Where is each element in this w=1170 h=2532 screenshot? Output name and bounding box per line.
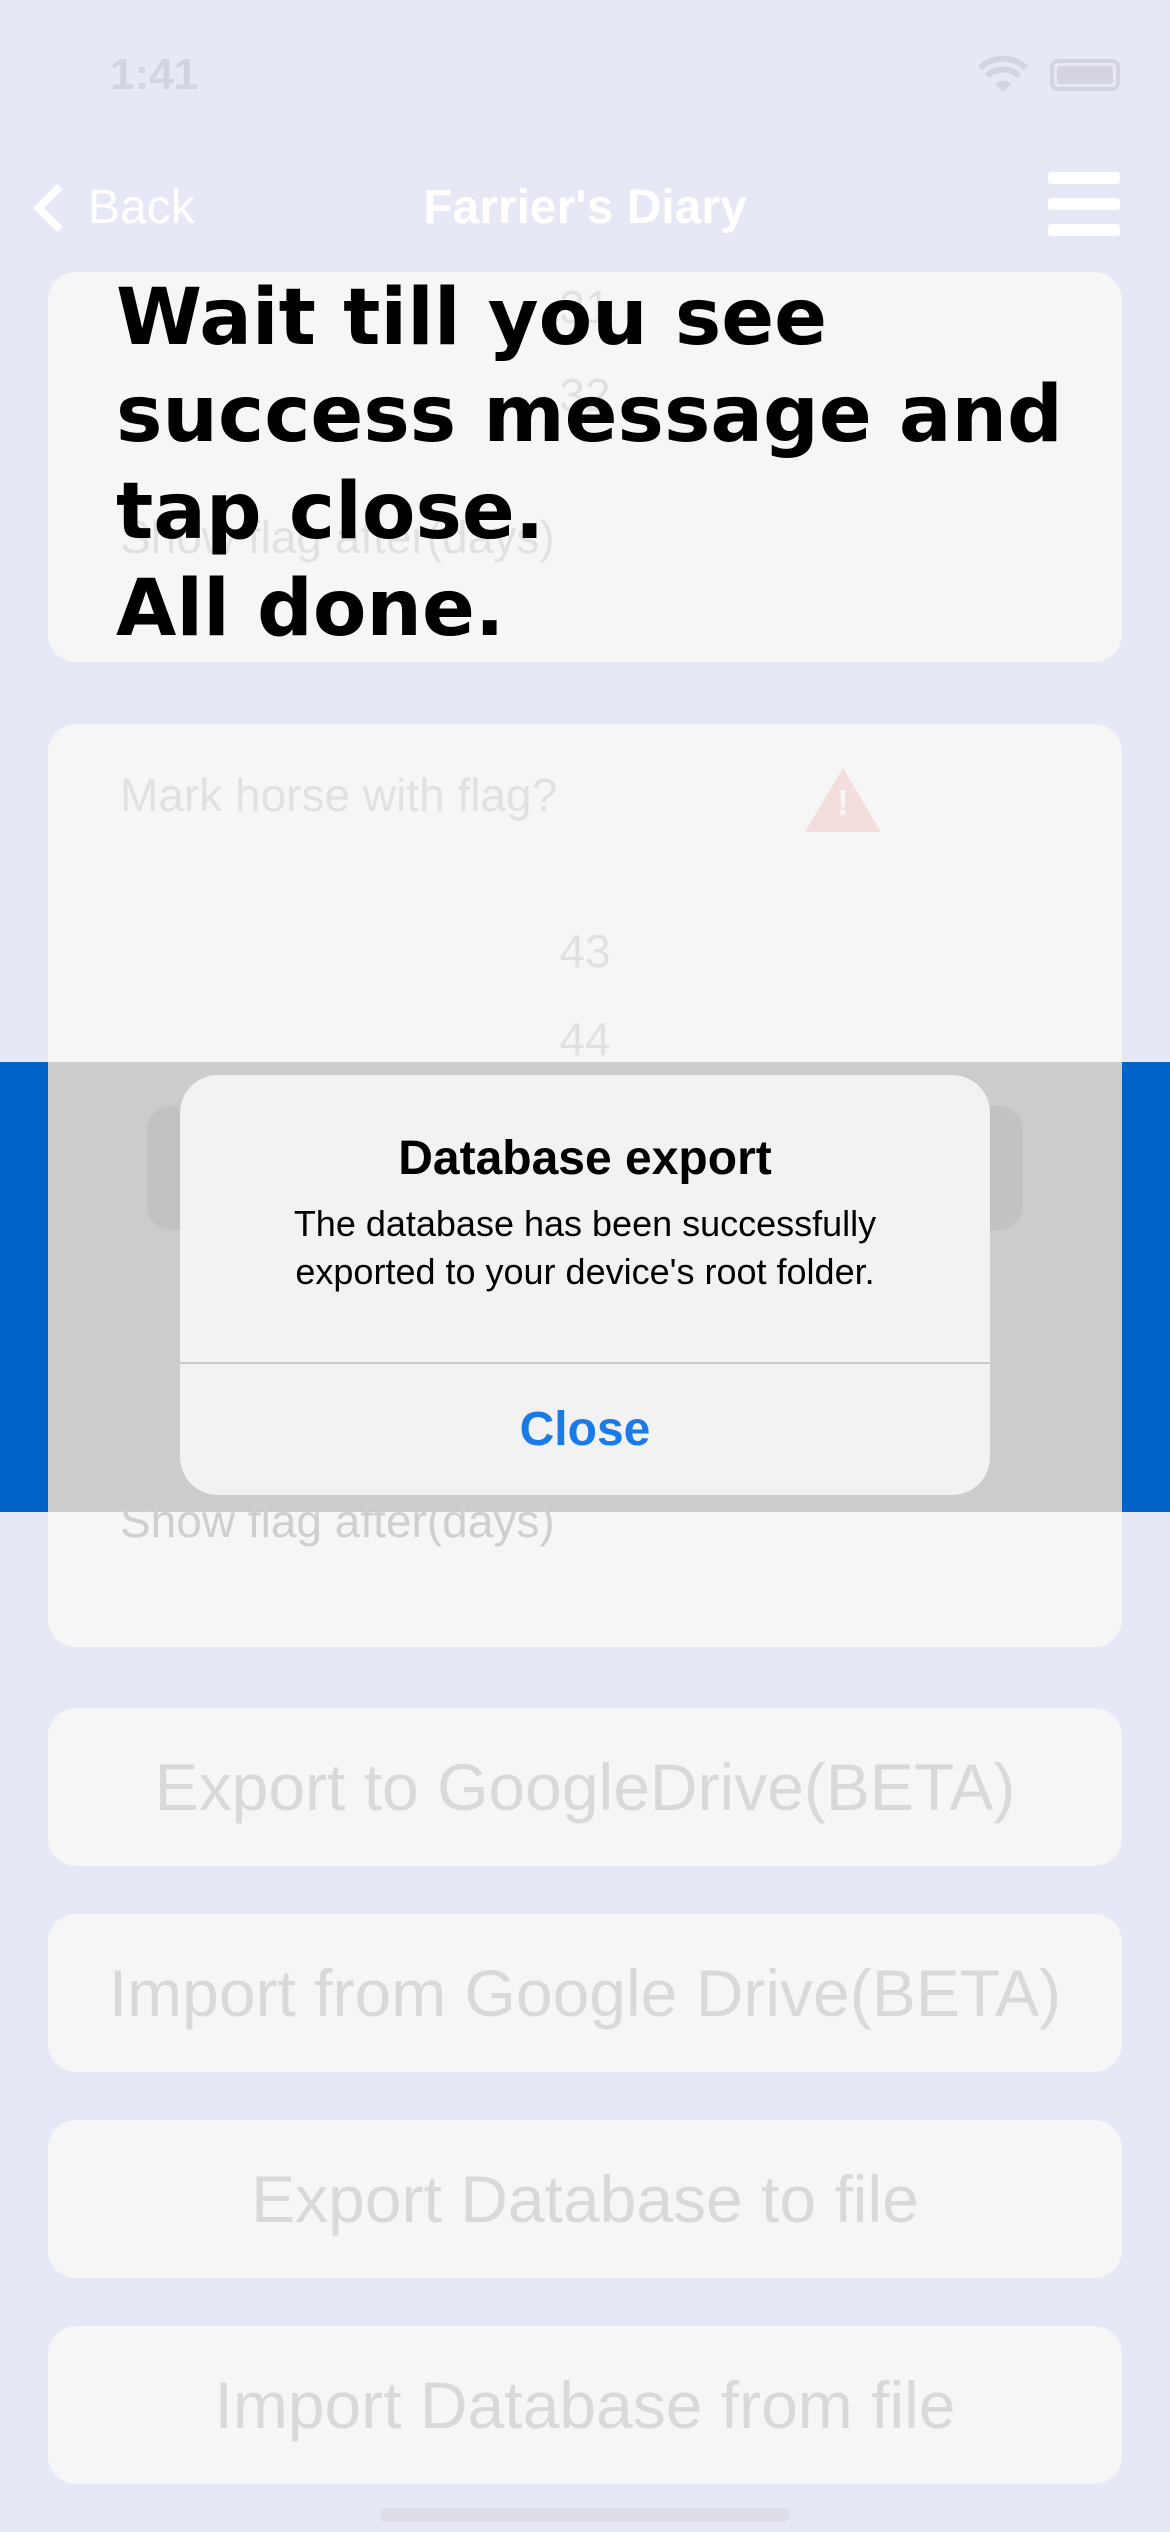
import-google-drive-button[interactable]: Import from Google Drive(BETA)	[48, 1914, 1122, 2072]
alert-message: The database has been successfully expor…	[293, 1203, 877, 1292]
instruction-line: tap close.	[116, 467, 545, 557]
import-database-button[interactable]: Import Database from file	[48, 2326, 1122, 2484]
nav-title: Farrier's Diary	[423, 181, 747, 234]
instruction-line: success message and	[116, 370, 1063, 460]
navigation-bar: Back Farrier's Diary	[0, 160, 1170, 255]
mark-flag-label: Mark horse with flag?	[120, 769, 558, 821]
battery-icon	[1050, 59, 1120, 91]
back-label: Back	[88, 181, 195, 234]
hamburger-menu-icon[interactable]	[1048, 172, 1120, 236]
export-database-button[interactable]: Export Database to file	[48, 2120, 1122, 2278]
database-export-alert: Database export The database has been su…	[180, 1075, 990, 1495]
close-button[interactable]: Close	[180, 1364, 990, 1495]
show-flag-label: Show flag after(days)	[120, 1495, 555, 1547]
warning-triangle-icon: !	[805, 768, 881, 832]
alert-body: Database export The database has been su…	[180, 1075, 990, 1362]
picker-value[interactable]: 43	[48, 924, 1122, 978]
status-bar: 1:41	[110, 40, 1120, 110]
instruction-line: All done.	[116, 564, 505, 654]
instructions-text: Wait till you see success message and ta…	[116, 270, 1116, 658]
export-google-drive-button[interactable]: Export to GoogleDrive(BETA)	[48, 1708, 1122, 1866]
alert-title: Database export	[398, 1132, 772, 1185]
chevron-left-icon	[32, 183, 82, 232]
back-button[interactable]: Back	[28, 160, 195, 255]
home-indicator	[380, 2508, 790, 2522]
instruction-line: Wait till you see	[116, 273, 828, 363]
picker-value[interactable]: 44	[48, 1012, 1122, 1066]
status-time: 1:41	[110, 50, 199, 99]
wifi-icon	[978, 56, 1028, 92]
screen: 1:41 Back Farrier's Diary 31 32 Show fla…	[0, 0, 1170, 2532]
status-icons	[978, 56, 1120, 94]
